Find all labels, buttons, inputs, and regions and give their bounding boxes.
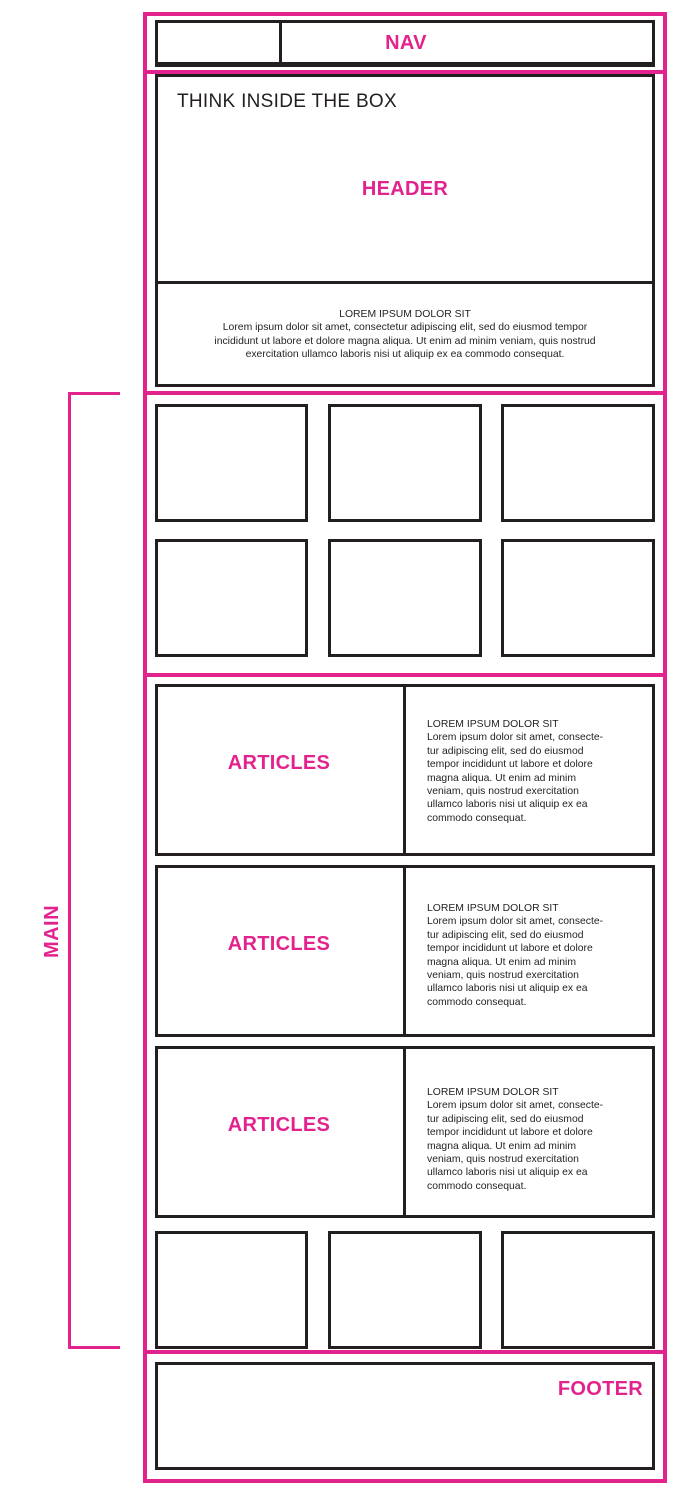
article-heading: LOREM IPSUM DOLOR SIT — [427, 903, 559, 914]
header-intro-line: exercitation ullamco laboris nisi ut ali… — [245, 349, 565, 361]
footer-label: FOOTER — [557, 1378, 643, 1400]
bottom-grid-box — [328, 1231, 482, 1349]
nav-label: NAV — [385, 32, 427, 54]
header-label: HEADER — [361, 178, 449, 200]
article-line: Lorem ipsum dolor sit amet, consecte- — [427, 916, 604, 928]
article-line: commodo consequat. — [427, 1180, 527, 1192]
article-line: veniam, quis nostrud exercitation — [427, 1154, 579, 1166]
article-line: tempor incididunt ut labore et dolore — [427, 1127, 593, 1139]
article-divider — [403, 865, 406, 1037]
article-line: ullamco laboris nisi ut aliquip ex ea — [427, 799, 588, 811]
header-intro-line: incididunt ut labore et dolore magna ali… — [214, 335, 596, 347]
article-heading: LOREM IPSUM DOLOR SIT — [427, 719, 559, 730]
article-line: tempor incididunt ut labore et dolore — [427, 759, 593, 771]
grid-box — [328, 404, 482, 522]
article-line: Lorem ipsum dolor sit amet, consecte- — [427, 732, 604, 744]
main-label-wrap: MAIN — [3, 904, 103, 957]
article-label: ARTICLES — [227, 933, 331, 955]
article-line: commodo consequat. — [427, 996, 527, 1008]
article-line: magna aliqua. Ut enim ad minim — [427, 956, 577, 968]
header-main-divider — [143, 391, 667, 395]
article-text: LOREM IPSUM DOLOR SIT Lorem ipsum dolor … — [427, 902, 647, 1009]
grid-box — [155, 539, 308, 657]
header-intro-heading: LOREM IPSUM DOLOR SIT — [339, 309, 471, 320]
article-text: LOREM IPSUM DOLOR SIT Lorem ipsum dolor … — [427, 1086, 647, 1193]
article-text: LOREM IPSUM DOLOR SIT Lorem ipsum dolor … — [427, 718, 647, 825]
article-line: ullamco laboris nisi ut aliquip ex ea — [427, 983, 588, 995]
bottom-grid-box — [501, 1231, 655, 1349]
grid-articles-divider — [143, 673, 667, 677]
article-line: commodo consequat. — [427, 812, 527, 824]
article-line: tur adipiscing elit, sed do eiusmod — [427, 1113, 584, 1125]
article-divider — [403, 684, 406, 856]
main-bracket-bottom — [68, 1346, 120, 1349]
main-label: MAIN — [41, 904, 64, 958]
grid-box — [328, 539, 482, 657]
article-line: ullamco laboris nisi ut aliquip ex ea — [427, 1167, 588, 1179]
header-intro-line: Lorem ipsum dolor sit amet, consectetur … — [222, 322, 588, 334]
grid-box — [155, 404, 308, 522]
article-line: tur adipiscing elit, sed do eiusmod — [427, 929, 584, 941]
article-line: Lorem ipsum dolor sit amet, consecte- — [427, 1100, 604, 1112]
main-footer-divider — [143, 1350, 667, 1354]
article-line: magna aliqua. Ut enim ad minim — [427, 772, 577, 784]
bottom-grid-box — [155, 1231, 308, 1349]
main-bracket-top — [68, 392, 120, 395]
article-line: veniam, quis nostrud exercitation — [427, 786, 579, 798]
article-line: magna aliqua. Ut enim ad minim — [427, 1140, 577, 1152]
header-intro: LOREM IPSUM DOLOR SIT Lorem ipsum dolor … — [160, 308, 650, 362]
header-title: THINK INSIDE THE BOX — [177, 91, 397, 112]
header-divider — [155, 281, 655, 284]
grid-box — [501, 404, 655, 522]
article-label: ARTICLES — [227, 1114, 331, 1136]
article-line: veniam, quis nostrud exercitation — [427, 970, 579, 982]
article-line: tempor incididunt ut labore et dolore — [427, 943, 593, 955]
grid-box — [501, 539, 655, 657]
article-line: tur adipiscing elit, sed do eiusmod — [427, 745, 584, 757]
main-bracket-spine — [68, 392, 71, 1349]
article-heading: LOREM IPSUM DOLOR SIT — [427, 1087, 559, 1098]
article-label: ARTICLES — [227, 752, 331, 774]
article-divider — [403, 1046, 406, 1218]
nav-bottom-rule — [155, 62, 655, 65]
